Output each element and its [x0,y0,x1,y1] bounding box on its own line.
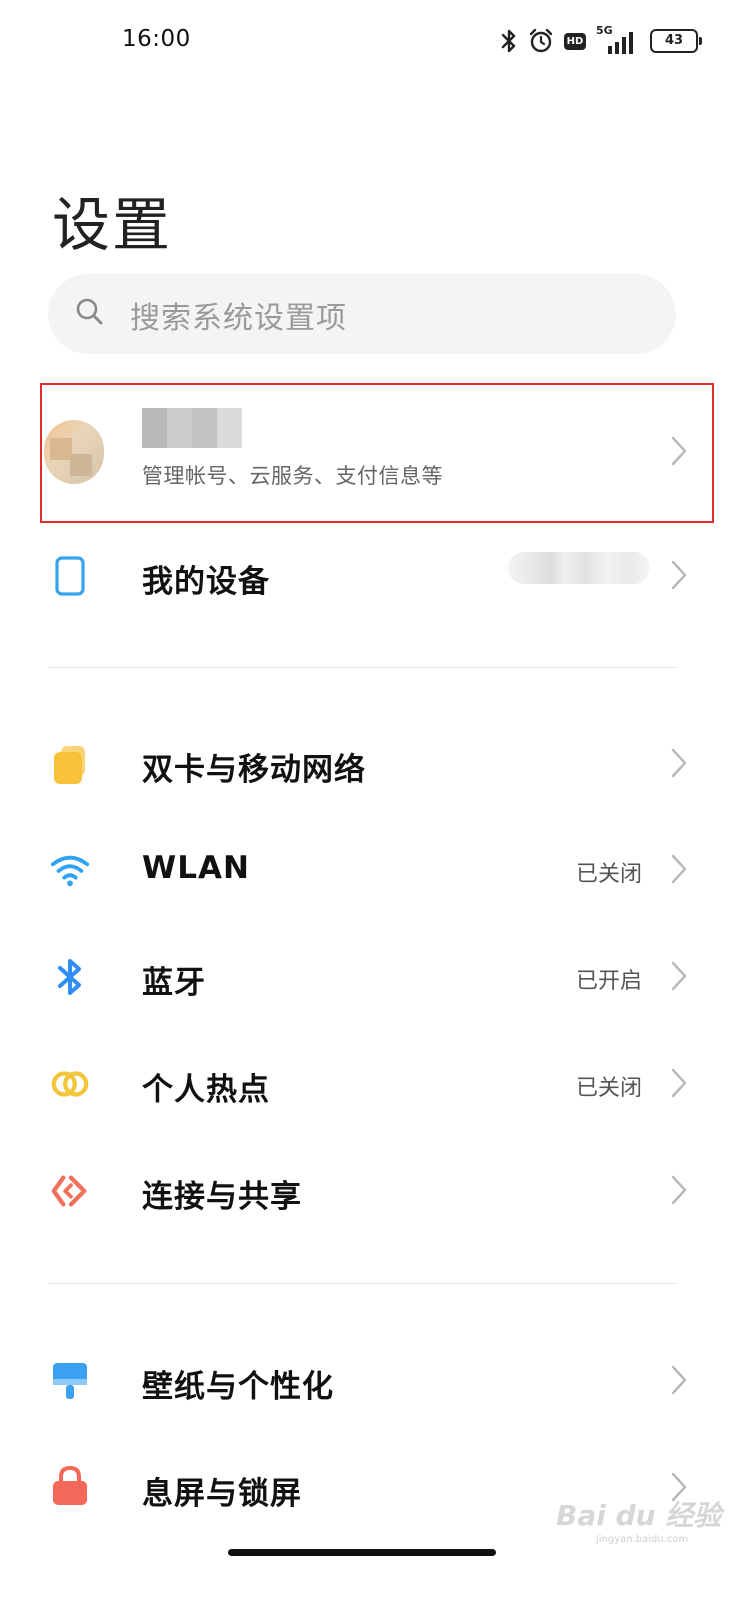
lock-icon [50,1465,90,1506]
watermark: Bai du 经验 [556,1499,722,1532]
chevron-right-icon [671,961,687,991]
wlan-row[interactable]: WLAN 已关闭 [0,822,738,918]
wallpaper-label: 壁纸与个性化 [142,1369,334,1405]
lock-screen-label: 息屏与锁屏 [142,1476,302,1512]
connection-sharing-row[interactable]: 连接与共享 [0,1143,738,1239]
alarm-icon [528,28,554,54]
divider [48,667,676,668]
bluetooth-label: 蓝牙 [142,965,206,1001]
connection-sharing-label: 连接与共享 [142,1179,302,1215]
hotspot-icon [50,1064,90,1104]
chevron-right-icon [671,1068,687,1098]
share-icon [50,1171,90,1211]
device-icon [50,556,90,596]
bluetooth-icon [500,27,518,55]
account-name-blurred [142,408,242,448]
hotspot-label: 个人热点 [142,1072,270,1108]
wlan-status: 已关闭 [575,862,642,887]
bluetooth-icon [50,957,90,997]
chevron-right-icon [671,560,687,590]
page-title: 设置 [52,191,173,259]
status-time: 16:00 [122,26,191,52]
search-icon [76,298,103,325]
account-subtitle: 管理帐号、云服务、支付信息等 [142,464,443,488]
my-device-label: 我的设备 [142,564,270,600]
sim-network-label: 双卡与移动网络 [142,752,366,788]
chevron-right-icon [671,436,687,466]
wallpaper-row[interactable]: 壁纸与个性化 [0,1333,738,1429]
account-card[interactable] [40,383,714,523]
home-indicator[interactable] [228,1549,496,1556]
chevron-right-icon [671,854,687,884]
wifi-icon [50,850,90,890]
chevron-right-icon [671,1175,687,1205]
settings-page: 16:00 HD 5G 43 设置 搜索系统设置项 管理帐号、云服务、支付信息等… [0,0,738,1600]
hotspot-status: 已关闭 [575,1076,642,1101]
hotspot-row[interactable]: 个人热点 已关闭 [0,1036,738,1132]
bluetooth-row[interactable]: 蓝牙 已开启 [0,929,738,1025]
watermark-url: jingyan.baidu.com [596,1534,689,1545]
signal-icon: 5G [596,24,640,56]
chevron-right-icon [671,748,687,778]
status-icons: HD 5G 43 [500,24,702,58]
device-name-blurred [508,552,650,584]
wallpaper-icon [50,1361,90,1401]
search-placeholder: 搜索系统设置项 [130,301,347,336]
hd-icon: HD [564,32,586,50]
bluetooth-status: 已开启 [575,969,642,994]
status-bar: 16:00 HD 5G 43 [0,0,738,84]
wlan-label: WLAN [142,850,250,886]
battery-icon: 43 [650,29,702,53]
chevron-right-icon [671,1365,687,1395]
avatar [44,420,104,484]
divider [48,1283,676,1284]
sim-network-row[interactable]: 双卡与移动网络 [0,716,738,812]
sim-card-icon [50,744,90,784]
